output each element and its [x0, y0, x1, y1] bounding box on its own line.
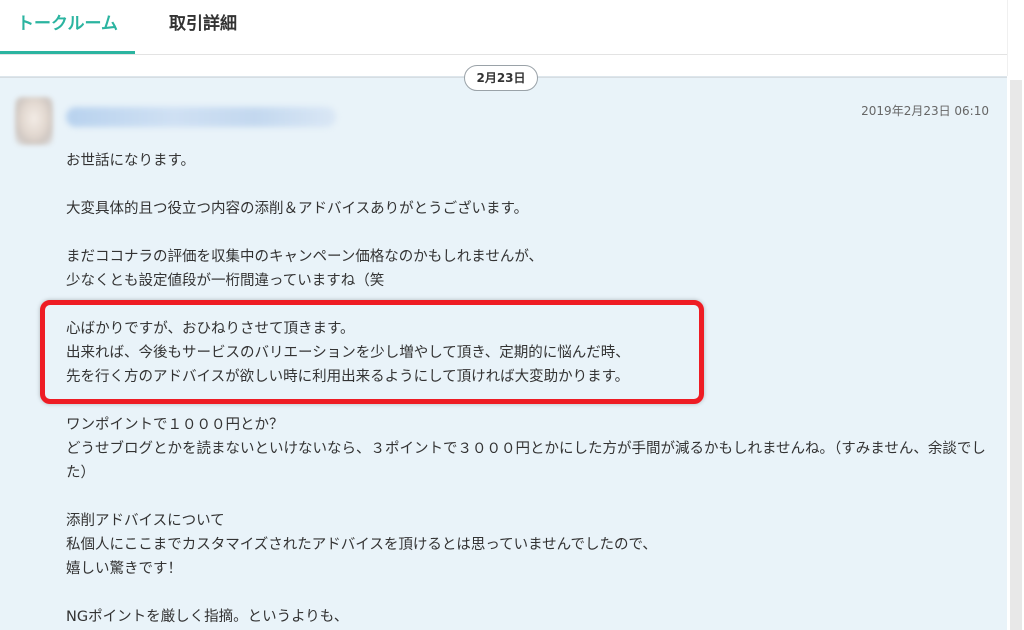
message-paragraph: NGポイントを厳しく指摘。というよりも、 [66, 605, 992, 629]
date-badge: 2月23日 [464, 65, 538, 91]
message-line: どうせブログとかを読まないといけないなら、３ポイントで３０００円とかにした方が手… [66, 441, 986, 481]
avatar[interactable] [15, 97, 53, 145]
sender-name-blurred [66, 107, 336, 127]
message-paragraph: お世話になります。 [66, 149, 992, 173]
message-line: 大変具体的且つ役立つ内容の添削＆アドバイスありがとうございます。 [66, 201, 529, 217]
tab-trade-details[interactable]: 取引詳細 [150, 0, 256, 54]
message-line: 心ばかりですが、おひねりさせて頂きます。 [66, 321, 355, 337]
scrollbar[interactable] [1007, 0, 1024, 630]
message-paragraph: まだココナラの評価を収集中のキャンペーン価格なのかもしれませんが、 少なくとも設… [66, 245, 992, 293]
message-body: お世話になります。 大変具体的且つ役立つ内容の添削＆アドバイスありがとうございま… [66, 149, 992, 630]
message-line: 私個人にここまでカスタマイズされたアドバイスを頂けるとは思っていませんでしたので… [66, 537, 657, 553]
message-paragraph-highlighted: 心ばかりですが、おひねりさせて頂きます。 出来れば、今後もサービスのバリエーショ… [66, 317, 992, 389]
message-paragraph: 添削アドバイスについて 私個人にここまでカスタマイズされたアドバイスを頂けるとは… [66, 509, 992, 581]
message-line: まだココナラの評価を収集中のキャンペーン価格なのかもしれませんが、 [66, 249, 544, 265]
trade-page: トークルーム 取引詳細 2月23日 2019年2月23日 06:10 お世話にな… [0, 0, 1024, 630]
message-line: 先を行く方のアドバイスが欲しい時に利用出来るようにして頂ければ大変助かります。 [66, 369, 630, 385]
message-paragraph: ワンポイントで１０００円とか？ どうせブログとかを読まないといけないなら、３ポイ… [66, 413, 992, 485]
message-line: 少なくとも設定値段が一桁間違っていますね（笑 [66, 273, 385, 289]
message-timestamp: 2019年2月23日 06:10 [861, 104, 989, 118]
message-line: 嬉しい驚きです！ [66, 561, 182, 577]
tab-talk-room[interactable]: トークルーム [0, 0, 135, 54]
scrollbar-thumb[interactable] [1010, 80, 1022, 630]
message-line: NGポイントを厳しく指摘。というよりも、 [66, 609, 349, 625]
chat-area[interactable]: 2月23日 2019年2月23日 06:10 お世話になります。 大変具体的且つ… [0, 65, 1007, 630]
message-line: ワンポイントで１０００円とか？ [66, 417, 284, 433]
message-line: お世話になります。 [66, 153, 196, 169]
message-line: 添削アドバイスについて [66, 513, 225, 529]
message-line: 出来れば、今後もサービスのバリエーションを少し増やして頂き、定期的に悩んだ時、 [66, 345, 630, 361]
scrollbar-track [1007, 0, 1024, 76]
message-paragraph: 大変具体的且つ役立つ内容の添削＆アドバイスありがとうございます。 [66, 197, 992, 221]
tab-bar: トークルーム 取引詳細 [0, 0, 1007, 55]
